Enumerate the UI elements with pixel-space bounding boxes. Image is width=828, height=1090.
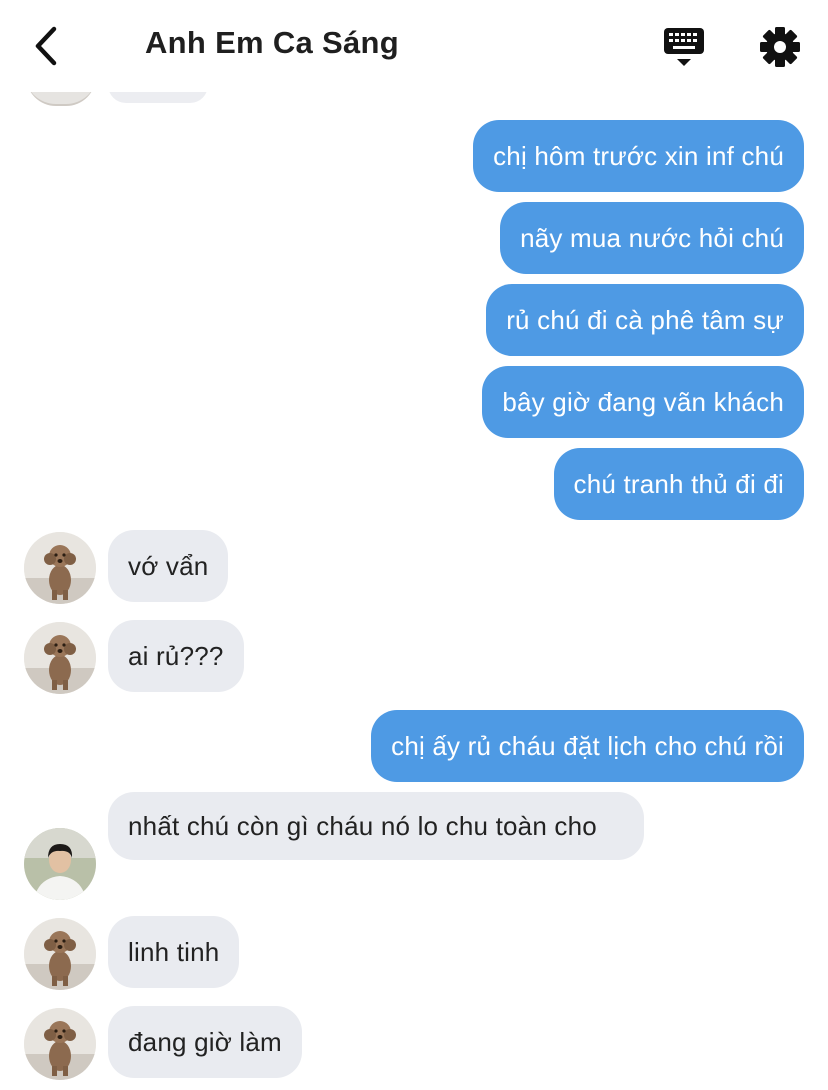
chat-header: Anh Em Ca Sáng bbox=[0, 0, 828, 92]
message-bubble-incoming[interactable]: nhất chú còn gì cháu nó lo chu toàn cho bbox=[108, 792, 644, 860]
message-bubble-outgoing[interactable]: chị ấy rủ cháu đặt lịch cho chú rồi bbox=[371, 710, 804, 782]
settings-button[interactable] bbox=[756, 24, 804, 70]
back-button[interactable] bbox=[26, 24, 66, 68]
message-bubble-incoming[interactable]: vớ vẩn bbox=[108, 530, 229, 602]
poodle-image bbox=[24, 622, 96, 694]
dog-avatar[interactable] bbox=[24, 1008, 96, 1080]
message-bubble-incoming[interactable]: đang giờ làm bbox=[108, 1006, 302, 1078]
poodle-image bbox=[24, 1008, 96, 1080]
keyboard-icon bbox=[664, 28, 704, 66]
dog-avatar[interactable] bbox=[24, 532, 96, 604]
poodle-image bbox=[24, 532, 96, 604]
gear-icon bbox=[760, 27, 800, 67]
keyboard-button[interactable] bbox=[660, 24, 708, 70]
person-avatar[interactable] bbox=[24, 828, 96, 900]
chat-title: Anh Em Ca Sáng bbox=[145, 25, 399, 60]
dog-avatar[interactable] bbox=[24, 918, 96, 990]
message-bubble-incoming[interactable]: linh tinh bbox=[108, 916, 240, 988]
message-bubble-outgoing[interactable]: chú tranh thủ đi đi bbox=[553, 448, 804, 520]
chevron-left-icon bbox=[35, 26, 57, 66]
person-image bbox=[24, 828, 96, 900]
message-bubble-outgoing[interactable]: bây giờ đang vãn khách bbox=[482, 366, 804, 438]
message-bubble-outgoing[interactable]: rủ chú đi cà phê tâm sự bbox=[486, 284, 804, 356]
message-bubble-incoming[interactable]: ai rủ??? bbox=[108, 620, 244, 692]
message-bubble-outgoing[interactable]: nãy mua nước hỏi chú bbox=[500, 202, 804, 274]
poodle-image bbox=[24, 918, 96, 990]
message-bubble-outgoing[interactable]: chị hôm trước xin inf chú bbox=[473, 120, 804, 192]
dog-avatar[interactable] bbox=[24, 622, 96, 694]
